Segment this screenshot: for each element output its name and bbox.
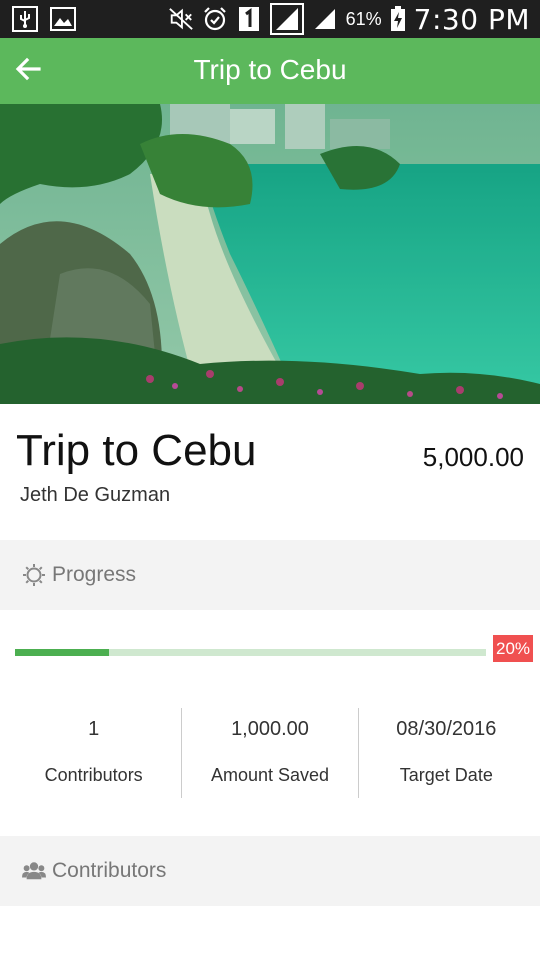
stat-value: 1,000.00 <box>231 718 309 740</box>
sun-icon <box>22 563 46 587</box>
page-title: Trip to Cebu <box>193 54 347 85</box>
status-bar-right: 61% 7:30 PM <box>168 2 530 36</box>
progress-section-label: Progress <box>52 563 137 586</box>
stat-value: 1 <box>88 718 100 740</box>
goal-owner: Jeth De Guzman <box>20 484 171 506</box>
battery-charging-icon <box>390 6 406 32</box>
goal-stats: 1 Contributors 1,000.00 Amount Saved 08/… <box>6 708 534 798</box>
clock: 7:30 PM <box>413 2 530 36</box>
alarm-icon <box>202 6 228 32</box>
sim-1-icon <box>236 6 262 32</box>
progress-bar-fill <box>15 649 110 656</box>
stat-target-date: 08/30/2016 Target Date <box>357 708 534 798</box>
status-bar: 61% 7:30 PM <box>0 0 540 38</box>
app-bar: Trip to Cebu <box>0 38 540 104</box>
goal-title: Trip to Cebu <box>16 426 257 475</box>
contributors-section-label: Contributors <box>52 859 167 882</box>
goal-amount: 5,000.00 <box>422 442 524 472</box>
signal-strong-icon <box>269 3 304 35</box>
progress-percent-badge: 20% <box>493 635 533 662</box>
mute-icon <box>168 6 194 32</box>
stat-label: Amount Saved <box>210 765 330 785</box>
stat-label: Contributors <box>44 765 143 785</box>
battery-percent: 61% <box>345 8 382 29</box>
goal-cover-image <box>0 104 540 404</box>
stat-contributors: 1 Contributors <box>6 708 181 798</box>
stat-label: Target Date <box>399 765 493 785</box>
stat-amount-saved: 1,000.00 Amount Saved <box>181 708 357 798</box>
stat-value: 08/30/2016 <box>396 718 497 740</box>
progress-bar <box>15 649 486 656</box>
status-bar-left <box>12 6 76 32</box>
users-icon <box>22 859 46 883</box>
usb-icon <box>12 6 38 32</box>
signal-icon <box>312 6 338 32</box>
progress-section-header: Progress <box>0 540 540 610</box>
contributors-section-header[interactable]: Contributors <box>0 836 540 906</box>
image-icon <box>50 6 76 32</box>
